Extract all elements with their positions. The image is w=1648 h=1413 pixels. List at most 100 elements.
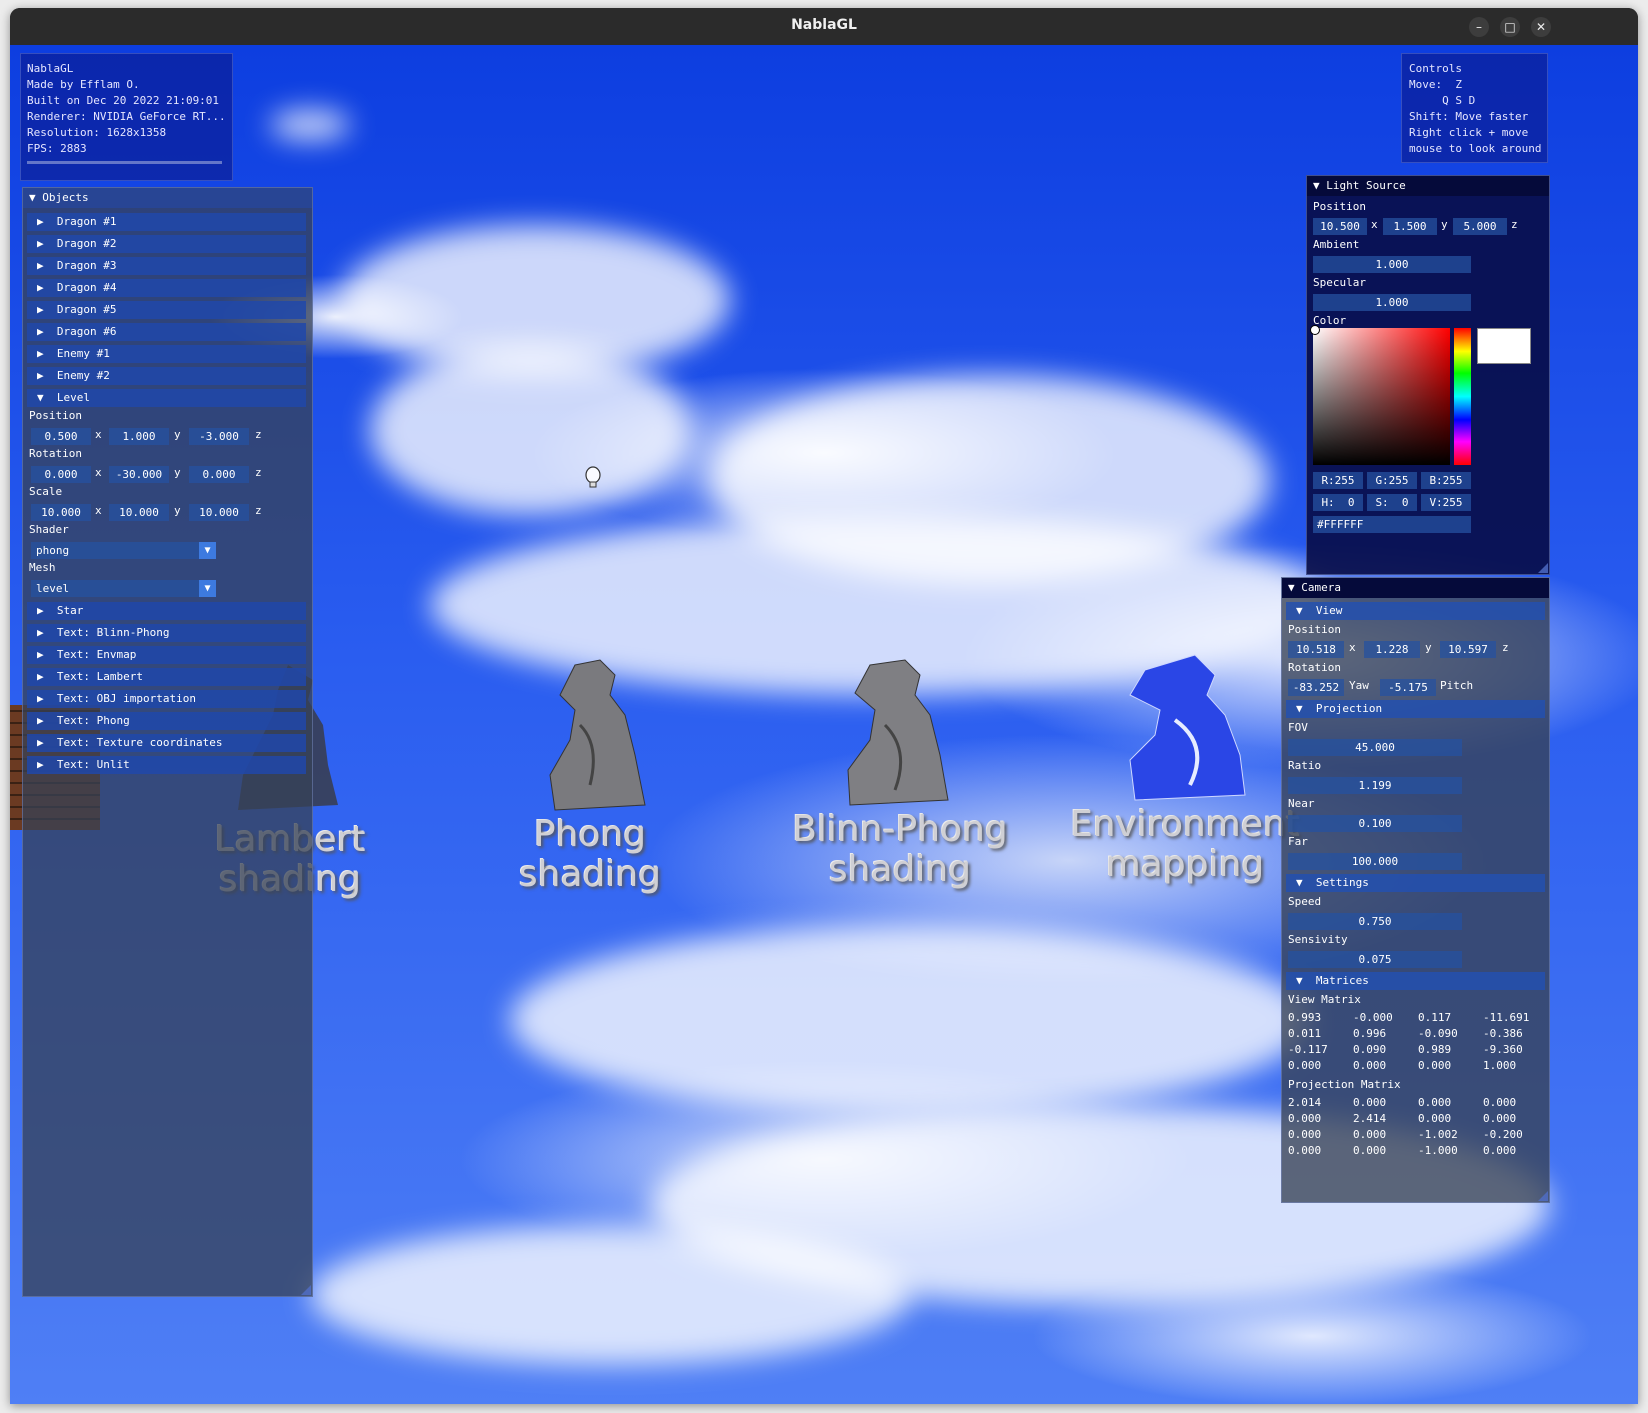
- expand-arrow-icon: ▶: [37, 714, 44, 727]
- panel-title: Light Source: [1326, 179, 1406, 192]
- tree-node-dragon-2[interactable]: ▶ Dragon #2: [27, 235, 306, 253]
- speed-slider[interactable]: 0.750: [1288, 913, 1462, 930]
- color-saturation-value-square[interactable]: [1313, 328, 1450, 465]
- window-title: NablaGL: [791, 17, 857, 33]
- controls-line: Q S D: [1409, 94, 1476, 107]
- camera-position-z-field[interactable]: 10.597: [1440, 641, 1496, 658]
- specular-slider[interactable]: 1.000: [1313, 294, 1471, 311]
- tree-node-label: Dragon #2: [56, 237, 117, 250]
- tree-node-dragon-4[interactable]: ▶ Dragon #4: [27, 279, 306, 297]
- level-scale-y-field[interactable]: 10.000: [109, 504, 169, 521]
- camera-pitch-field[interactable]: -5.175: [1380, 679, 1436, 696]
- fov-slider[interactable]: 45.000: [1288, 739, 1462, 756]
- tree-node-dragon-5[interactable]: ▶ Dragon #5: [27, 301, 306, 319]
- shader-select-value: phong: [36, 544, 70, 557]
- matrix-cell: 0.000: [1483, 1096, 1517, 1109]
- dropdown-arrow-icon[interactable]: ▼: [199, 542, 216, 559]
- minimize-button[interactable]: –: [1469, 17, 1489, 37]
- camera-panel-header[interactable]: ▼ Camera: [1282, 578, 1549, 598]
- collapse-arrow-icon: ▼: [1296, 702, 1303, 715]
- tree-node-text-lambert[interactable]: ▶ Text: Lambert: [27, 668, 306, 686]
- camera-matrices-section[interactable]: ▼ Matrices: [1286, 972, 1545, 990]
- light-position-z-field[interactable]: 5.000: [1453, 218, 1507, 235]
- resize-grip[interactable]: [301, 1285, 311, 1295]
- tree-node-level[interactable]: ▼ Level: [27, 389, 306, 407]
- tree-node-enemy-2[interactable]: ▶ Enemy #2: [27, 367, 306, 385]
- 3d-viewport[interactable]: Lambert shading Phong shading Blinn-Phon…: [10, 45, 1638, 1404]
- info-line: Resolution: 1628x1358: [27, 126, 167, 139]
- tree-node-text-texture-coordinates[interactable]: ▶ Text: Texture coordinates: [27, 734, 306, 752]
- matrix-cell: -0.386: [1483, 1027, 1523, 1040]
- scene-label-blinn-phong: Blinn-Phong shading: [780, 810, 1020, 890]
- level-position-y-field[interactable]: 1.000: [109, 428, 169, 445]
- ambient-slider[interactable]: 1.000: [1313, 256, 1471, 273]
- matrix-cell: 0.117: [1418, 1011, 1452, 1024]
- camera-settings-section[interactable]: ▼ Settings: [1286, 874, 1545, 892]
- tree-node-text-blinn-phong[interactable]: ▶ Text: Blinn-Phong: [27, 624, 306, 642]
- sensivity-slider[interactable]: 0.075: [1288, 951, 1462, 968]
- level-scale-x-field[interactable]: 10.000: [31, 504, 91, 521]
- green-field[interactable]: G:255: [1367, 472, 1417, 489]
- matrix-cell: -11.691: [1483, 1011, 1530, 1024]
- color-picker-handle[interactable]: [1310, 325, 1320, 335]
- hue-bar[interactable]: [1454, 328, 1471, 465]
- camera-projection-section[interactable]: ▼ Projection: [1286, 700, 1545, 718]
- tree-node-dragon-1[interactable]: ▶ Dragon #1: [27, 213, 306, 231]
- pitch-label: Pitch: [1440, 679, 1474, 692]
- camera-position-y-field[interactable]: 1.228: [1364, 641, 1420, 658]
- objects-panel-header[interactable]: ▼ Objects: [23, 188, 312, 208]
- light-source-panel[interactable]: ▼ Light Source Position 10.500 x 1.500 y…: [1306, 175, 1550, 575]
- light-bulb-icon: [585, 466, 601, 488]
- tree-node-enemy-1[interactable]: ▶ Enemy #1: [27, 345, 306, 363]
- objects-panel[interactable]: ▼ Objects ▶ Dragon #1 ▶ Dragon #2 ▶ Drag…: [22, 187, 313, 1297]
- camera-position-x-field[interactable]: 10.518: [1288, 641, 1344, 658]
- axis-label-y: y: [174, 428, 181, 441]
- near-slider[interactable]: 0.100: [1288, 815, 1462, 832]
- info-line: NablaGL: [27, 62, 74, 75]
- resize-grip[interactable]: [1538, 563, 1548, 573]
- level-scale-z-field[interactable]: 10.000: [189, 504, 249, 521]
- blue-field[interactable]: B:255: [1421, 472, 1471, 489]
- tree-node-text-obj-importation[interactable]: ▶ Text: OBJ importation: [27, 690, 306, 708]
- mesh-select-value: level: [36, 582, 70, 595]
- title-bar[interactable]: NablaGL – □ ✕: [10, 8, 1638, 45]
- level-position-x-field[interactable]: 0.500: [31, 428, 91, 445]
- red-field[interactable]: R:255: [1313, 472, 1363, 489]
- color-preview-swatch[interactable]: [1477, 328, 1531, 364]
- level-position-z-field[interactable]: -3.000: [189, 428, 249, 445]
- camera-yaw-field[interactable]: -83.252: [1288, 679, 1344, 696]
- tree-node-dragon-3[interactable]: ▶ Dragon #3: [27, 257, 306, 275]
- close-button[interactable]: ✕: [1531, 17, 1551, 37]
- tree-node-label: Dragon #3: [56, 259, 117, 272]
- matrix-cell: 0.000: [1353, 1144, 1387, 1157]
- tree-node-text-phong[interactable]: ▶ Text: Phong: [27, 712, 306, 730]
- camera-view-section[interactable]: ▼ View: [1286, 602, 1545, 620]
- hue-field[interactable]: H: 0: [1313, 494, 1363, 511]
- level-rotation-x-field[interactable]: 0.000: [31, 466, 91, 483]
- view-matrix-label: View Matrix: [1288, 993, 1361, 1006]
- light-position-x-field[interactable]: 10.500: [1313, 218, 1367, 235]
- ratio-slider[interactable]: 1.199: [1288, 777, 1462, 794]
- axis-label-x: x: [95, 428, 102, 441]
- hex-color-field[interactable]: #FFFFFF: [1313, 516, 1471, 533]
- value-field[interactable]: V:255: [1421, 494, 1471, 511]
- tree-node-text-envmap[interactable]: ▶ Text: Envmap: [27, 646, 306, 664]
- camera-panel[interactable]: ▼ Camera ▼ View Position 10.518 x 1.228 …: [1281, 577, 1550, 1203]
- light-position-y-field[interactable]: 1.500: [1383, 218, 1437, 235]
- matrix-cell: 0.993: [1288, 1011, 1322, 1024]
- dropdown-arrow-icon[interactable]: ▼: [199, 580, 216, 597]
- controls-line: Right click + move: [1409, 126, 1529, 139]
- light-panel-header[interactable]: ▼ Light Source: [1307, 176, 1549, 196]
- resize-grip[interactable]: [1538, 1191, 1548, 1201]
- level-rotation-z-field[interactable]: 0.000: [189, 466, 249, 483]
- maximize-button[interactable]: □: [1500, 17, 1520, 37]
- tree-node-dragon-6[interactable]: ▶ Dragon #6: [27, 323, 306, 341]
- shader-select[interactable]: phong ▼: [31, 542, 216, 559]
- tree-node-star[interactable]: ▶ Star: [27, 602, 306, 620]
- tree-node-text-unlit[interactable]: ▶ Text: Unlit: [27, 756, 306, 774]
- fov-label: FOV: [1288, 721, 1308, 734]
- level-rotation-y-field[interactable]: -30.000: [109, 466, 169, 483]
- mesh-select[interactable]: level ▼: [31, 580, 216, 597]
- saturation-field[interactable]: S: 0: [1367, 494, 1417, 511]
- far-slider[interactable]: 100.000: [1288, 853, 1462, 870]
